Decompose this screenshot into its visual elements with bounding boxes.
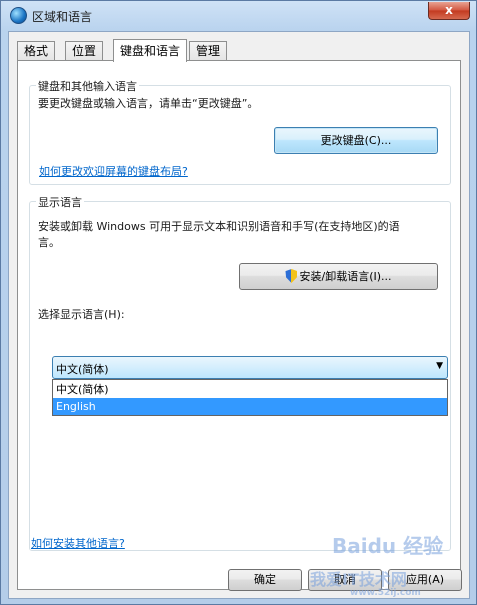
cancel-button[interactable]: 取消: [308, 569, 382, 591]
welcome-screen-keyboard-link[interactable]: 如何更改欢迎屏幕的键盘布局?: [39, 163, 188, 179]
display-description-line1: 安装或卸载 Windows 可用于显示文本和识别语音和手写(在支持地区)的语: [38, 220, 400, 233]
change-keyboards-button[interactable]: 更改键盘(C)...: [274, 127, 438, 154]
display-language-dropdown-list: 中文(简体) English: [52, 379, 448, 416]
display-language-selected-value: 中文(简体): [56, 363, 109, 376]
keyboard-group-title: 键盘和其他输入语言: [36, 78, 139, 94]
display-description-line2: 言。: [38, 236, 60, 249]
install-other-languages-link[interactable]: 如何安装其他语言?: [31, 535, 125, 551]
display-language-select[interactable]: 中文(简体) ▼: [52, 356, 448, 379]
select-display-language-label: 选择显示语言(H):: [38, 308, 125, 321]
dropdown-arrow-icon: ▼: [436, 361, 443, 371]
tab-administrative[interactable]: 管理: [189, 41, 228, 61]
install-uninstall-languages-button[interactable]: 安装/卸载语言(I)...: [239, 263, 438, 290]
window-title: 区域和语言: [32, 10, 93, 24]
keyboard-description: 要更改键盘或输入语言，请单击“更改键盘”。: [38, 97, 259, 110]
uac-shield-icon: [285, 269, 298, 283]
apply-button[interactable]: 应用(A): [388, 569, 462, 591]
ok-button[interactable]: 确定: [228, 569, 302, 591]
dialog-client: 格式 位置 键盘和语言 管理 键盘和其他输入语言 要更改键盘或输入语言，请单击“…: [8, 31, 470, 599]
globe-icon: [10, 7, 27, 24]
title-bar[interactable]: 区域和语言 x: [1, 1, 476, 31]
tab-formats[interactable]: 格式: [17, 41, 56, 61]
display-language-group-title: 显示语言: [36, 194, 84, 210]
dropdown-option-english[interactable]: English: [53, 398, 447, 415]
install-button-label: 安装/卸载语言(I)...: [299, 270, 392, 283]
close-icon: x: [445, 3, 453, 17]
tab-keyboards-languages[interactable]: 键盘和语言: [113, 39, 188, 62]
tab-location[interactable]: 位置: [65, 41, 104, 61]
keyboard-group: 键盘和其他输入语言 要更改键盘或输入语言，请单击“更改键盘”。 更改键盘(C).…: [29, 78, 451, 185]
tab-panel: 键盘和其他输入语言 要更改键盘或输入语言，请单击“更改键盘”。 更改键盘(C).…: [17, 60, 461, 590]
window: 区域和语言 x 格式 位置 键盘和语言 管理 键盘和其他输入语言 要更改键盘或输…: [0, 0, 477, 605]
dropdown-option-chinese-simplified[interactable]: 中文(简体): [53, 381, 447, 398]
close-button[interactable]: x: [428, 2, 470, 20]
